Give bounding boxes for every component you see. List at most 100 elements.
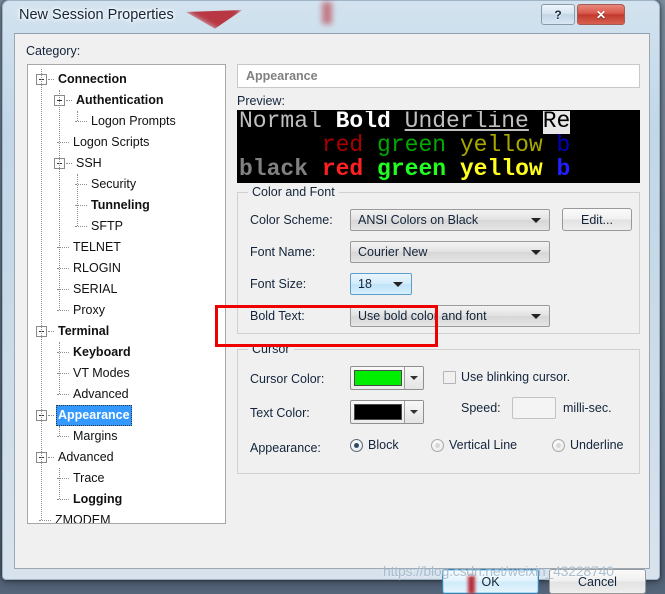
speed-input[interactable] [512,397,556,419]
category-tree[interactable]: Connection Authentication Logon Prompts Log… [27,64,226,524]
color-and-font-group: Color and Font Color Scheme: ANSI Colors… [237,185,640,334]
chevron-down-icon [393,282,403,287]
chevron-down-icon [531,218,541,223]
tree-guide-line [59,426,60,436]
tree-item-ssh[interactable]: SSH [28,153,225,174]
tree-item-margins[interactable]: Margins [28,426,225,447]
tree-item-label: SFTP [91,219,123,233]
tree-guide-line [59,342,60,394]
tree-connector [48,415,54,416]
category-label: Category: [26,44,81,58]
tree-item-connection[interactable]: Connection [28,69,225,90]
blinking-cursor-label: Use blinking cursor. [461,370,571,384]
font-name-value: Courier New [358,245,428,259]
tree-connector [57,394,69,395]
tree-item-label: Logging [73,492,123,506]
cursor-color-swatch [354,370,402,386]
tree-connector [57,436,69,437]
cursor-color-picker[interactable] [350,366,424,390]
tree-item-label: SERIAL [73,282,118,296]
tree-connector [75,121,87,122]
cursor-appearance-label: Appearance: [250,441,321,455]
cursor-color-label: Cursor Color: [250,372,325,386]
window-title: New Session Properties [19,7,174,23]
tree-connector [66,100,72,101]
text-color-swatch [354,404,402,420]
radio-block-label: Block [368,438,399,452]
dialog-window: New Session Properties ? ✕ Category: Con… [2,0,660,594]
bold-text-dropdown[interactable]: Use bold color and font [350,305,550,327]
tree-item-advanced[interactable]: Advanced [28,384,225,405]
bold-text-value: Use bold color and font [358,309,487,323]
tree-item-label: Appearance [56,405,132,426]
tree-item-keyboard[interactable]: Keyboard [28,342,225,363]
tree-guide-line [59,468,60,499]
close-icon[interactable]: ✕ [577,4,625,25]
font-size-value: 18 [358,277,372,291]
radio-block[interactable] [350,439,363,452]
radio-underline-label: Underline [570,438,624,452]
tree-item-label: SSH [76,156,102,170]
tree-guide-line [77,111,78,121]
tree-item-label: Logon Prompts [91,114,176,128]
tree-connector [57,310,69,311]
tree-item-label: Security [91,177,137,191]
tree-guide-line [59,90,60,310]
tree-item-logon-prompts[interactable]: Logon Prompts [28,111,225,132]
color-and-font-title: Color and Font [248,185,339,199]
tree-item-logging[interactable]: Logging [28,489,225,510]
tree-item-label: ZMODEM [55,513,111,524]
tree-item-serial[interactable]: SERIAL [28,279,225,300]
font-name-dropdown[interactable]: Courier New [350,241,550,263]
tree-item-label: Trace [73,471,105,485]
tree-item-advanced[interactable]: Advanced [28,447,225,468]
preview-label: Preview: [237,94,285,108]
preview-line-3: black red green yellow b [239,156,571,182]
tree-item-label: Keyboard [73,345,131,359]
radio-vertical-line[interactable] [431,439,444,452]
font-size-dropdown[interactable]: 18 [350,273,412,295]
tree-item-label: TELNET [73,240,121,254]
tree-item-rlogin[interactable]: RLOGIN [28,258,225,279]
tree-item-label: VT Modes [73,366,130,380]
cursor-title: Cursor [248,342,294,356]
page-title: Appearance [237,64,640,88]
tree-item-tunneling[interactable]: Tunneling [28,195,225,216]
tree-item-telnet[interactable]: TELNET [28,237,225,258]
tree-connector [48,331,54,332]
chevron-down-icon[interactable] [404,367,423,389]
chevron-down-icon[interactable] [404,401,423,423]
color-scheme-dropdown[interactable]: ANSI Colors on Black [350,209,550,231]
radio-underline[interactable] [552,439,565,452]
tree-item-label: Tunneling [91,198,150,212]
tree-item-appearance[interactable]: Appearance [28,405,225,426]
tree-item-trace[interactable]: Trace [28,468,225,489]
preview-line-2: red green yellow b [321,132,571,158]
blinking-cursor-checkbox[interactable] [443,371,456,384]
tree-item-label: Connection [58,72,127,86]
tree-item-zmodem[interactable]: ZMODEM [28,510,225,524]
edit-button[interactable]: Edit... [562,208,632,231]
tree-connector [57,499,69,500]
preview-line-1: Normal Bold Underline Re [239,110,571,134]
tree-item-terminal[interactable]: Terminal [28,321,225,342]
tree-item-authentication[interactable]: Authentication [28,90,225,111]
help-button[interactable]: ? [541,4,575,25]
font-size-label: Font Size: [250,277,307,291]
tree-guide-line [41,69,42,520]
text-color-picker[interactable] [350,400,424,424]
tree-item-logon-scripts[interactable]: Logon Scripts [28,132,225,153]
tree-item-security[interactable]: Security [28,174,225,195]
color-scheme-label: Color Scheme: [250,213,333,227]
tree-connector [48,457,54,458]
tree-item-label: RLOGIN [73,261,121,275]
tree-item-vt-modes[interactable]: VT Modes [28,363,225,384]
cursor-group: Cursor Cursor Color: Use blinking cursor… [237,342,640,474]
tree-item-label: Authentication [76,93,164,107]
tree-item-sftp[interactable]: SFTP [28,216,225,237]
tree-item-proxy[interactable]: Proxy [28,300,225,321]
tree-connector [48,79,54,80]
tree-item-label: Proxy [73,303,105,317]
bold-text-label: Bold Text: [250,309,305,323]
speed-label: Speed: [461,401,501,415]
